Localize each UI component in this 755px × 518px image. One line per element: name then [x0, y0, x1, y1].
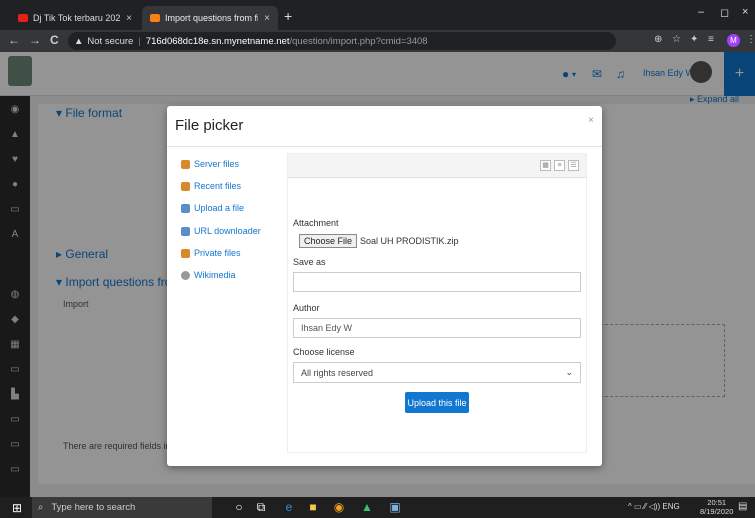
cortana-icon[interactable]: ○	[232, 500, 246, 514]
wikimedia-icon	[181, 270, 190, 280]
separator: |	[138, 35, 141, 47]
attachment-field: Choose File Soal UH PRODISTIK.zip	[299, 234, 459, 248]
forward-button[interactable]: →	[29, 33, 41, 47]
grid-view-icon[interactable]: ▦	[540, 160, 551, 171]
warning-icon: ▲	[74, 35, 84, 47]
save-as-label: Save as	[293, 257, 326, 267]
edge-icon[interactable]: e	[282, 500, 296, 514]
taskbar-search-box[interactable]: ⌕ Type here to search	[32, 497, 212, 518]
clock[interactable]: 20:51 8/19/2020	[700, 498, 733, 516]
notification-icon[interactable]: ▤	[738, 501, 747, 512]
browser-tab-import-questions[interactable]: Import questions from file ×	[142, 6, 278, 30]
license-select[interactable]: All rights reserved ⌄	[293, 362, 581, 383]
chevron-down-icon: ⌄	[565, 367, 573, 377]
minimize-button[interactable]: –	[698, 6, 704, 18]
divider	[167, 146, 602, 147]
close-window-button[interactable]: ×	[742, 6, 748, 18]
upload-panel: ▦ ≡ ☰ Attachment Choose File Soal UH PRO…	[287, 153, 587, 453]
browser-tab-tiktok[interactable]: Dj Tik Tok terbaru 2020 - Dj | ☀ ×	[10, 6, 140, 30]
upload-icon	[181, 203, 190, 213]
attachment-label: Attachment	[293, 218, 339, 228]
menu-list-icon[interactable]: ≡	[708, 34, 714, 45]
tree-view-icon[interactable]: ☰	[568, 160, 579, 171]
youtube-icon	[18, 14, 28, 22]
address-bar[interactable]: ▲ Not secure | 716d068dc18e.sn.mynetname…	[68, 32, 616, 50]
search-icon: ⌕	[38, 502, 44, 513]
url-host: 716d068dc18e.sn.mynetname.net	[145, 35, 290, 47]
extension-icon[interactable]: ✦	[690, 34, 698, 45]
list-view-icon[interactable]: ≡	[554, 160, 565, 171]
save-as-input[interactable]	[293, 272, 581, 292]
app-triangle-icon[interactable]: ▲	[360, 500, 374, 514]
moodle-icon	[150, 14, 160, 22]
clock-date: 8/19/2020	[700, 507, 734, 516]
maximize-button[interactable]: ◻	[720, 6, 729, 19]
system-tray[interactable]: ^ ▭ ⁄⁄ ◁)) ENG	[628, 502, 680, 511]
search-placeholder: Type here to search	[51, 502, 136, 513]
clock-time: 20:51	[707, 498, 727, 507]
repository-label: Recent files	[194, 181, 242, 191]
close-tab-icon[interactable]: ×	[264, 13, 270, 24]
tab-title: Import questions from file	[165, 13, 259, 23]
close-icon[interactable]: ×	[588, 115, 594, 126]
repository-label: Wikimedia	[194, 270, 236, 280]
chrome-icon[interactable]: ◉	[332, 500, 346, 514]
repository-private-files[interactable]: Private files	[181, 248, 241, 258]
license-label: Choose license	[293, 347, 355, 357]
file-explorer-icon[interactable]: ■	[306, 500, 320, 514]
star-icon[interactable]: ☆	[672, 34, 681, 45]
reload-button[interactable]: C	[50, 33, 59, 47]
tab-title: Dj Tik Tok terbaru 2020 - Dj | ☀	[33, 12, 121, 23]
zoom-icon[interactable]: ⊕	[654, 34, 662, 45]
browser-toolbar: ← → C ▲ Not secure | 716d068dc18e.sn.myn…	[0, 30, 755, 52]
repository-label: Private files	[194, 248, 241, 258]
repository-url-downloader[interactable]: URL downloader	[181, 226, 261, 236]
repository-wikimedia[interactable]: Wikimedia	[181, 270, 236, 280]
browser-tab-strip: Dj Tik Tok terbaru 2020 - Dj | ☀ × Impor…	[0, 0, 755, 30]
recent-icon	[181, 181, 190, 191]
view-toolbar: ▦ ≡ ☰	[288, 154, 586, 178]
repository-upload-file[interactable]: Upload a file	[181, 203, 244, 213]
security-label: Not secure	[87, 35, 134, 47]
back-button[interactable]: ←	[8, 33, 20, 47]
license-selected-value: All rights reserved	[301, 367, 374, 378]
windows-start-icon[interactable]: ⊞	[12, 501, 22, 515]
task-view-icon[interactable]: ⧉	[254, 500, 268, 514]
repository-label: Server files	[194, 159, 240, 169]
dialog-title: File picker	[175, 117, 244, 134]
author-label: Author	[293, 303, 320, 313]
file-picker-dialog: File picker × Server files Recent files …	[167, 106, 602, 466]
url-icon	[181, 226, 190, 236]
repository-label: URL downloader	[194, 226, 261, 236]
upload-file-button[interactable]: Upload this file	[405, 392, 469, 413]
author-input[interactable]	[293, 318, 581, 338]
repository-label: Upload a file	[194, 203, 245, 213]
profile-avatar[interactable]: M	[727, 34, 740, 47]
new-tab-button[interactable]: +	[284, 8, 292, 24]
server-icon	[181, 159, 190, 169]
url-path: /question/import.php?cmid=3408	[289, 35, 428, 47]
private-icon	[181, 248, 190, 258]
repository-recent-files[interactable]: Recent files	[181, 181, 241, 191]
windows-taskbar: ⊞ ⌕ Type here to search ○ ⧉ e ■ ◉ ▲ ▣ ^ …	[0, 497, 755, 518]
close-tab-icon[interactable]: ×	[126, 13, 132, 24]
choose-file-button[interactable]: Choose File	[299, 234, 358, 248]
more-menu-icon[interactable]: ⋮	[746, 34, 755, 45]
chosen-file-name: Soal UH PRODISTIK.zip	[360, 236, 459, 246]
repository-server-files[interactable]: Server files	[181, 159, 239, 169]
app-window-icon[interactable]: ▣	[388, 500, 402, 514]
